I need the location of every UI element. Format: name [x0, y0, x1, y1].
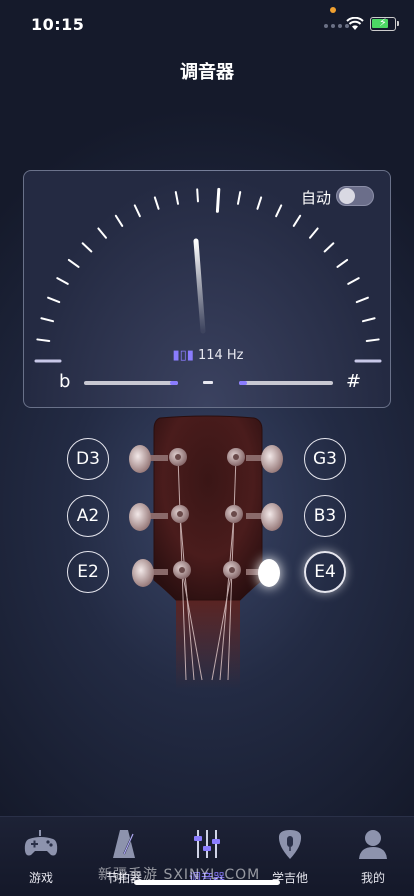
string-label: E4 — [314, 562, 336, 582]
home-indicator — [134, 880, 280, 885]
string-button-d3[interactable]: D3 — [67, 438, 109, 480]
string-label: D3 — [76, 449, 100, 469]
tuner-sliders-icon — [194, 830, 220, 858]
tab-label: 游戏 — [28, 871, 53, 885]
tab-learn-guitar[interactable]: 学吉他 — [249, 827, 331, 886]
string-label: E2 — [77, 562, 99, 582]
string-button-b3[interactable]: B3 — [304, 495, 346, 537]
string-label: G3 — [313, 449, 337, 469]
tab-profile[interactable]: 我的 — [332, 827, 414, 886]
metronome-icon — [113, 830, 135, 858]
guitar-headstock-illustration — [129, 415, 283, 690]
string-button-a2[interactable]: A2 — [67, 495, 109, 537]
tab-games[interactable]: 游戏 — [0, 827, 82, 886]
string-button-g3[interactable]: G3 — [304, 438, 346, 480]
gamepad-icon — [24, 830, 58, 856]
profile-icon — [359, 830, 387, 859]
tab-label: 我的 — [360, 871, 385, 885]
guitar-pick-icon — [278, 830, 302, 859]
string-label: B3 — [313, 506, 337, 526]
string-button-e2[interactable]: E2 — [67, 551, 109, 593]
string-label: A2 — [76, 506, 100, 526]
string-button-e4[interactable]: E4 — [304, 551, 346, 593]
